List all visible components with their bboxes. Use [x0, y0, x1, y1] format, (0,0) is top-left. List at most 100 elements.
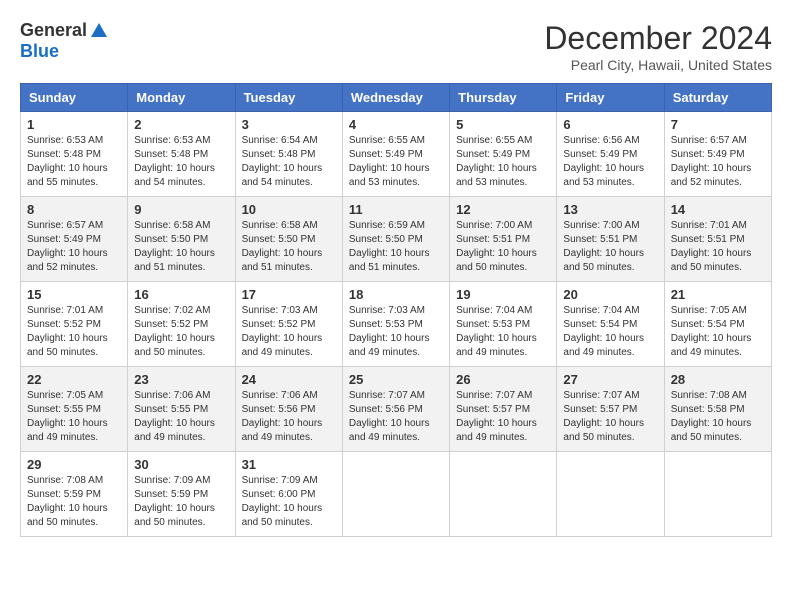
day-number: 31 [242, 457, 336, 472]
day-number: 1 [27, 117, 121, 132]
day-info: Sunrise: 7:05 AM Sunset: 5:54 PM Dayligh… [671, 304, 765, 360]
calendar-cell: 16Sunrise: 7:02 AM Sunset: 5:52 PM Dayli… [128, 282, 235, 367]
day-info: Sunrise: 7:05 AM Sunset: 5:55 PM Dayligh… [27, 389, 121, 445]
calendar-cell: 25 Sunrise: 7:07 AM Sunset: 5:56 PM Dayli… [342, 367, 449, 452]
day-info: Sunrise: 6:57 AM Sunset: 5:49 PM Dayligh… [27, 219, 121, 275]
day-info: Sunrise: 6:53 AM Sunset: 5:48 PM Dayligh… [134, 134, 228, 190]
calendar-cell: 8 Sunrise: 6:57 AM Sunset: 5:49 PM Daylig… [21, 197, 128, 282]
logo: General Blue [20, 20, 109, 62]
day-number: 8 [27, 202, 121, 217]
calendar-cell: 6Sunrise: 6:56 AM Sunset: 5:49 PM Daylig… [557, 112, 664, 197]
calendar-week-row: 1 Sunrise: 6:53 AM Sunset: 5:48 PM Daylig… [21, 112, 772, 197]
calendar-cell: 24 Sunrise: 7:06 AM Sunset: 5:56 PM Dayli… [235, 367, 342, 452]
day-number: 19 [456, 287, 550, 302]
calendar-cell: 12 Sunrise: 7:00 AM Sunset: 5:51 PM Dayli… [450, 197, 557, 282]
weekday-header: Monday [128, 84, 235, 112]
calendar-cell: 26 Sunrise: 7:07 AM Sunset: 5:57 PM Dayli… [450, 367, 557, 452]
weekday-header: Thursday [450, 84, 557, 112]
calendar-cell: 7 Sunrise: 6:57 AM Sunset: 5:49 PM Daylig… [664, 112, 771, 197]
calendar-cell: 18Sunrise: 7:03 AM Sunset: 5:53 PM Dayli… [342, 282, 449, 367]
day-info: Sunrise: 7:07 AM Sunset: 5:57 PM Dayligh… [456, 389, 550, 445]
day-info: Sunrise: 7:01 AM Sunset: 5:51 PM Dayligh… [671, 219, 765, 275]
day-info: Sunrise: 7:08 AM Sunset: 5:59 PM Dayligh… [27, 474, 121, 530]
calendar-cell: 15 Sunrise: 7:01 AM Sunset: 5:52 PM Dayli… [21, 282, 128, 367]
day-info: Sunrise: 7:04 AM Sunset: 5:54 PM Dayligh… [563, 304, 657, 360]
logo-general-text: General [20, 20, 87, 41]
page-header: General Blue December 2024 Pearl City, H… [20, 20, 772, 73]
day-number: 25 [349, 372, 443, 387]
day-number: 9 [134, 202, 228, 217]
calendar-cell [557, 452, 664, 537]
calendar-cell: 30Sunrise: 7:09 AM Sunset: 5:59 PM Dayli… [128, 452, 235, 537]
weekday-header: Wednesday [342, 84, 449, 112]
day-info: Sunrise: 7:07 AM Sunset: 5:56 PM Dayligh… [349, 389, 443, 445]
day-info: Sunrise: 7:00 AM Sunset: 5:51 PM Dayligh… [456, 219, 550, 275]
day-number: 22 [27, 372, 121, 387]
day-number: 16 [134, 287, 228, 302]
day-number: 10 [242, 202, 336, 217]
day-info: Sunrise: 7:06 AM Sunset: 5:56 PM Dayligh… [242, 389, 336, 445]
weekday-header: Sunday [21, 84, 128, 112]
day-info: Sunrise: 6:57 AM Sunset: 5:49 PM Dayligh… [671, 134, 765, 190]
calendar-week-row: 22 Sunrise: 7:05 AM Sunset: 5:55 PM Dayli… [21, 367, 772, 452]
day-number: 3 [242, 117, 336, 132]
day-info: Sunrise: 6:53 AM Sunset: 5:48 PM Dayligh… [27, 134, 121, 190]
day-info: Sunrise: 7:04 AM Sunset: 5:53 PM Dayligh… [456, 304, 550, 360]
day-number: 15 [27, 287, 121, 302]
day-info: Sunrise: 7:03 AM Sunset: 5:53 PM Dayligh… [349, 304, 443, 360]
month-title: December 2024 [544, 20, 772, 57]
weekday-header-row: SundayMondayTuesdayWednesdayThursdayFrid… [21, 84, 772, 112]
day-info: Sunrise: 7:09 AM Sunset: 5:59 PM Dayligh… [134, 474, 228, 530]
day-info: Sunrise: 7:06 AM Sunset: 5:55 PM Dayligh… [134, 389, 228, 445]
day-number: 12 [456, 202, 550, 217]
calendar-cell: 10 Sunrise: 6:58 AM Sunset: 5:50 PM Dayli… [235, 197, 342, 282]
calendar-cell: 23 Sunrise: 7:06 AM Sunset: 5:55 PM Dayli… [128, 367, 235, 452]
calendar-cell: 1 Sunrise: 6:53 AM Sunset: 5:48 PM Daylig… [21, 112, 128, 197]
day-number: 23 [134, 372, 228, 387]
day-number: 29 [27, 457, 121, 472]
title-area: December 2024 Pearl City, Hawaii, United… [544, 20, 772, 73]
calendar-week-row: 29 Sunrise: 7:08 AM Sunset: 5:59 PM Dayli… [21, 452, 772, 537]
calendar-cell [664, 452, 771, 537]
calendar-cell: 19 Sunrise: 7:04 AM Sunset: 5:53 PM Dayli… [450, 282, 557, 367]
day-number: 20 [563, 287, 657, 302]
calendar-cell: 13 Sunrise: 7:00 AM Sunset: 5:51 PM Dayli… [557, 197, 664, 282]
day-number: 13 [563, 202, 657, 217]
day-info: Sunrise: 6:56 AM Sunset: 5:49 PM Dayligh… [563, 134, 657, 190]
day-number: 7 [671, 117, 765, 132]
calendar-cell: 21Sunrise: 7:05 AM Sunset: 5:54 PM Dayli… [664, 282, 771, 367]
calendar-cell: 5Sunrise: 6:55 AM Sunset: 5:49 PM Daylig… [450, 112, 557, 197]
day-info: Sunrise: 6:59 AM Sunset: 5:50 PM Dayligh… [349, 219, 443, 275]
weekday-header: Saturday [664, 84, 771, 112]
calendar-cell: 14 Sunrise: 7:01 AM Sunset: 5:51 PM Dayli… [664, 197, 771, 282]
logo-blue-text: Blue [20, 41, 59, 62]
calendar-cell: 4Sunrise: 6:55 AM Sunset: 5:49 PM Daylig… [342, 112, 449, 197]
location-text: Pearl City, Hawaii, United States [544, 57, 772, 73]
day-number: 27 [563, 372, 657, 387]
weekday-header: Friday [557, 84, 664, 112]
day-info: Sunrise: 7:08 AM Sunset: 5:58 PM Dayligh… [671, 389, 765, 445]
day-number: 5 [456, 117, 550, 132]
calendar-cell: 28 Sunrise: 7:08 AM Sunset: 5:58 PM Dayli… [664, 367, 771, 452]
day-info: Sunrise: 6:58 AM Sunset: 5:50 PM Dayligh… [242, 219, 336, 275]
day-number: 24 [242, 372, 336, 387]
day-info: Sunrise: 7:03 AM Sunset: 5:52 PM Dayligh… [242, 304, 336, 360]
day-info: Sunrise: 7:00 AM Sunset: 5:51 PM Dayligh… [563, 219, 657, 275]
calendar-table: SundayMondayTuesdayWednesdayThursdayFrid… [20, 83, 772, 537]
day-info: Sunrise: 6:54 AM Sunset: 5:48 PM Dayligh… [242, 134, 336, 190]
day-number: 14 [671, 202, 765, 217]
day-info: Sunrise: 7:01 AM Sunset: 5:52 PM Dayligh… [27, 304, 121, 360]
day-number: 26 [456, 372, 550, 387]
calendar-cell: 31 Sunrise: 7:09 AM Sunset: 6:00 PM Dayli… [235, 452, 342, 537]
day-info: Sunrise: 6:55 AM Sunset: 5:49 PM Dayligh… [349, 134, 443, 190]
day-number: 17 [242, 287, 336, 302]
logo-icon [89, 21, 109, 41]
calendar-cell: 11 Sunrise: 6:59 AM Sunset: 5:50 PM Dayli… [342, 197, 449, 282]
day-number: 28 [671, 372, 765, 387]
day-number: 11 [349, 202, 443, 217]
day-info: Sunrise: 7:09 AM Sunset: 6:00 PM Dayligh… [242, 474, 336, 530]
calendar-cell: 27Sunrise: 7:07 AM Sunset: 5:57 PM Dayli… [557, 367, 664, 452]
calendar-cell: 17 Sunrise: 7:03 AM Sunset: 5:52 PM Dayli… [235, 282, 342, 367]
calendar-week-row: 8 Sunrise: 6:57 AM Sunset: 5:49 PM Daylig… [21, 197, 772, 282]
calendar-cell: 29 Sunrise: 7:08 AM Sunset: 5:59 PM Dayli… [21, 452, 128, 537]
